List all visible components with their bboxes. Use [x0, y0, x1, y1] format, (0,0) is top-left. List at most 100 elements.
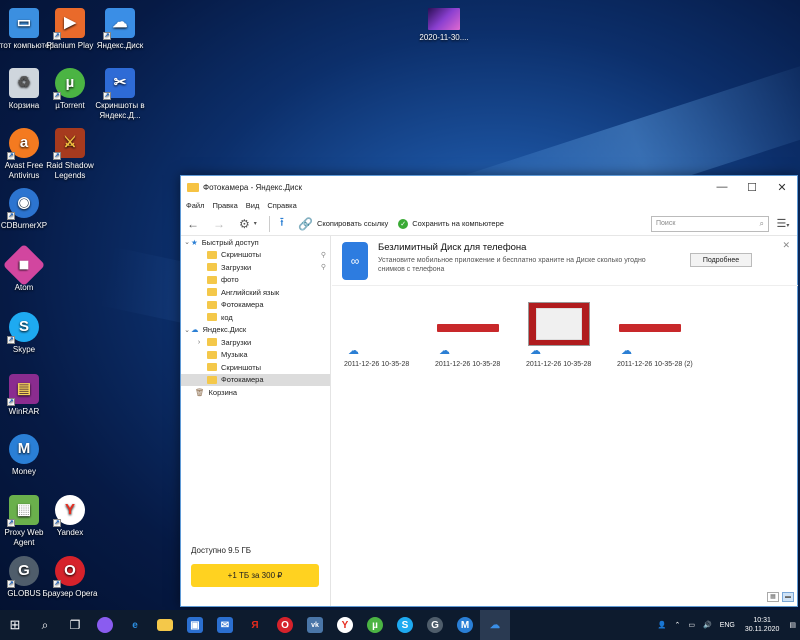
sidebar-item-trash[interactable]: 🗑 Корзина — [181, 386, 330, 399]
sidebar-item-camera-quick[interactable]: Фотокамера — [181, 299, 330, 312]
cloud-icon: ☁ — [621, 345, 632, 357]
notification-icon[interactable]: ▤ — [789, 621, 796, 629]
menu-file[interactable]: Файл — [186, 201, 204, 210]
desktop-icon-money[interactable]: M Money — [0, 434, 54, 477]
sidebar-item-code[interactable]: код — [181, 311, 330, 324]
taskbar-vk[interactable]: vk — [300, 610, 330, 640]
sidebar-item-music[interactable]: Музыка — [181, 349, 330, 362]
taskbar-money[interactable]: M — [450, 610, 480, 640]
back-button[interactable]: ← — [187, 217, 203, 231]
close-button[interactable]: ✕ — [767, 181, 797, 194]
maximize-button[interactable]: ☐ — [737, 181, 767, 194]
desktop-icon-cdburner[interactable]: ◉ ↗ CDBurnerXP — [0, 188, 54, 231]
folder-icon — [207, 300, 217, 309]
buy-storage-button[interactable]: +1 ТБ за 300 ₽ — [191, 564, 319, 587]
desktop-icon-raid[interactable]: ⚔ ↗ Raid Shadow Legends — [40, 128, 100, 181]
taskbar-edge[interactable]: e — [120, 610, 150, 640]
minimize-button[interactable]: — — [707, 181, 737, 193]
desktop-icon-skype[interactable]: S ↗ Skype — [0, 312, 54, 355]
desktop-icon-video-file[interactable]: 2020-11-30.... — [414, 8, 474, 43]
language-indicator[interactable]: ENG — [720, 622, 735, 629]
chevron-up-icon[interactable]: ⌃ — [674, 621, 680, 629]
system-tray: 👤 ⌃ ▭ 🔊 ENG 10:31 30.11.2020 ▤ — [654, 616, 800, 634]
sidebar-item-screenshots[interactable]: Скриншоты ⚲ — [181, 249, 330, 262]
sidebar: ⌄ ★ Быстрый доступ Скриншоты ⚲ Загрузки … — [181, 236, 331, 606]
sidebar-item-downloads[interactable]: Загрузки ⚲ — [181, 261, 330, 274]
search-icon: ⌕ — [41, 617, 49, 632]
folder-icon — [207, 275, 217, 284]
taskbar-store[interactable]: ▣ — [180, 610, 210, 640]
sidebar-item-quick-access[interactable]: ⌄ ★ Быстрый доступ — [181, 236, 330, 249]
avast-icon: a ↗ — [7, 128, 39, 160]
image-thumbnail — [528, 302, 590, 346]
menu-bar: Файл Правка Вид Справка — [181, 198, 797, 212]
folder-icon — [207, 375, 217, 384]
folder-icon — [207, 263, 217, 272]
yandex-disk-icon: ☁ — [490, 619, 500, 631]
menu-edit[interactable]: Правка — [212, 201, 237, 210]
link-icon: 🔗 — [297, 216, 313, 231]
sidebar-item-camera[interactable]: Фотокамера — [181, 373, 330, 386]
screenshot-icon: ✂ ↗ — [103, 68, 135, 100]
volume-icon[interactable]: 🔊 — [703, 621, 712, 629]
sidebar-item-yandex-disk[interactable]: ⌄ ☁ Яндекс.Диск — [181, 324, 330, 337]
money-icon: M — [457, 617, 473, 633]
copy-link-button[interactable]: 🔗 Скопировать ссылку — [298, 217, 388, 231]
trash-icon: 🗑 — [195, 387, 205, 397]
clock[interactable]: 10:31 30.11.2020 — [745, 616, 780, 634]
money-icon: M — [9, 434, 39, 464]
sidebar-item-photo[interactable]: фото — [181, 274, 330, 287]
settings-button[interactable]: ⚙ ▾ — [239, 217, 257, 231]
task-view-button[interactable]: ❐ — [60, 610, 90, 640]
cloud-icon: ☁ — [439, 345, 450, 357]
desktop-icon-yandex-browser[interactable]: Y ↗ Yandex — [40, 495, 100, 538]
forward-button[interactable]: → — [213, 217, 229, 231]
arrow-right-icon: → — [213, 216, 225, 231]
taskbar-skype[interactable]: S — [390, 610, 420, 640]
taskbar-yandex[interactable]: Я — [240, 610, 270, 640]
taskbar-mail[interactable]: ✉ — [210, 610, 240, 640]
yandex-browser-icon: Y ↗ — [53, 495, 85, 527]
close-icon[interactable]: ✕ — [782, 240, 790, 251]
folder-icon — [207, 250, 217, 259]
sidebar-item-english[interactable]: Английский язык — [181, 286, 330, 299]
opera-icon: O — [277, 617, 293, 633]
desktop-icon-yandex-disk[interactable]: ☁ ↗ Яндекс.Диск — [90, 8, 150, 51]
person-icon[interactable]: 👤 — [658, 621, 667, 629]
grid-view-icon[interactable]: ▦ — [767, 592, 779, 602]
taskbar-alice[interactable] — [90, 610, 120, 640]
promo-more-button[interactable]: Подробнее — [690, 253, 752, 267]
promo-description: Установите мобильное приложение и беспла… — [378, 257, 646, 273]
start-button[interactable]: ⊞ — [0, 610, 30, 640]
phone-icon: ∞ — [342, 242, 368, 280]
desktop-icon-opera[interactable]: O ↗ Браузер Opera — [40, 556, 100, 599]
window-title: Фотокамера - Яндекс.Диск — [203, 182, 302, 192]
sidebar-item-disk-downloads[interactable]: › Загрузки — [181, 336, 330, 349]
taskbar-utorrent[interactable]: µ — [360, 610, 390, 640]
search-input[interactable]: Поиск ⌕ — [651, 215, 769, 232]
computer-icon: ▭ — [9, 8, 39, 38]
desktop-icon-screenshots[interactable]: ✂ ↗ Скриншоты в Яндекс.Д... — [90, 68, 150, 121]
taskbar-yandex-disk[interactable]: ☁ — [480, 610, 510, 640]
taskbar-yandex-browser[interactable]: Y — [330, 610, 360, 640]
network-icon[interactable]: ▭ — [688, 621, 695, 629]
folder-icon — [207, 313, 217, 322]
taskbar-opera[interactable]: O — [270, 610, 300, 640]
search-button[interactable]: ⌕ — [30, 610, 60, 640]
view-menu-button[interactable]: ☰▾ — [769, 217, 797, 230]
tile-view-icon[interactable]: ▬ — [782, 592, 794, 602]
desktop-icon-atom[interactable]: ◆ Atom — [0, 243, 54, 293]
cdburner-icon: ◉ ↗ — [7, 188, 39, 220]
desktop-icon-winrar[interactable]: ▤ ↗ WinRAR — [0, 374, 54, 417]
save-to-pc-button[interactable]: ✓ Сохранить на компьютере — [398, 218, 504, 229]
alice-icon — [97, 617, 113, 633]
menu-view[interactable]: Вид — [246, 201, 260, 210]
taskbar-explorer[interactable] — [150, 610, 180, 640]
menu-help[interactable]: Справка — [267, 201, 296, 210]
yandex-disk-icon: ☁ — [191, 325, 199, 335]
sidebar-item-disk-screenshots[interactable]: Скриншоты — [181, 361, 330, 374]
cloud-icon: ☁ — [348, 345, 359, 357]
upload-button[interactable]: ⭱ — [280, 213, 288, 234]
chevron-down-icon: ⌄ — [184, 326, 190, 334]
taskbar-globus[interactable]: G — [420, 610, 450, 640]
